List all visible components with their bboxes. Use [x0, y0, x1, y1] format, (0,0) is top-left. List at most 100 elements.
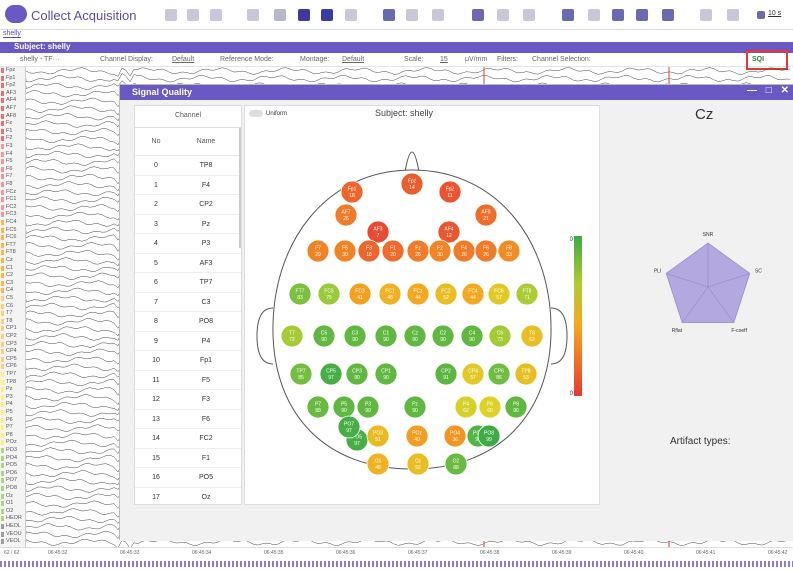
- channel-label[interactable]: AF8: [0, 113, 26, 120]
- time-scale[interactable]: 10 s: [768, 10, 781, 17]
- channel-label[interactable]: F8: [0, 181, 26, 188]
- channel-label[interactable]: F7: [0, 173, 26, 180]
- channel-label[interactable]: TP7: [0, 371, 26, 378]
- table-row[interactable]: 16 PO5: [135, 468, 241, 488]
- table-row[interactable]: 10 Fp1: [135, 351, 241, 371]
- table-row[interactable]: 7 C3: [135, 293, 241, 312]
- table-row[interactable]: 5 AF3: [135, 254, 241, 273]
- electrode-cp1[interactable]: CP190: [374, 362, 398, 386]
- channel-label[interactable]: AF7: [0, 105, 26, 112]
- electrode-fc5[interactable]: FC575: [317, 282, 341, 306]
- electrode-cp5[interactable]: CP597: [319, 362, 343, 386]
- channel-label[interactable]: VEOU: [0, 531, 26, 538]
- channel-label[interactable]: O1: [0, 500, 26, 507]
- electrode-c3[interactable]: C390: [343, 324, 367, 348]
- channel-label[interactable]: CP4: [0, 348, 26, 355]
- electrode-t7[interactable]: T772: [280, 324, 304, 348]
- tab-shelly[interactable]: shelly: [3, 30, 21, 38]
- electrode-p6[interactable]: P660: [478, 395, 502, 419]
- channel-label[interactable]: HEOR: [0, 515, 26, 522]
- table-row[interactable]: 0 TP8: [135, 156, 241, 176]
- channel-label[interactable]: CP3: [0, 341, 26, 348]
- play-icon[interactable]: [274, 9, 286, 21]
- electrode-c4[interactable]: C490: [460, 324, 484, 348]
- electrode-t8[interactable]: T852: [520, 324, 544, 348]
- electrode-tp8[interactable]: TP853: [514, 362, 538, 386]
- channel-label[interactable]: CP5: [0, 356, 26, 363]
- channel-label[interactable]: F4: [0, 151, 26, 158]
- electrode-fpz[interactable]: Fpz14: [400, 172, 424, 196]
- monitor-icon[interactable]: [247, 9, 259, 21]
- table-scrollbar[interactable]: [239, 128, 241, 248]
- channel-label[interactable]: Oz: [0, 493, 26, 500]
- electrode-fp2[interactable]: Fp211: [438, 180, 462, 204]
- channel-label[interactable]: Fpz: [0, 67, 26, 74]
- channel-label[interactable]: C5: [0, 295, 26, 302]
- channel-label[interactable]: VEOL: [0, 538, 26, 545]
- electrode-f3[interactable]: F318: [357, 239, 381, 263]
- channel-label[interactable]: PO7: [0, 477, 26, 484]
- electrode-af8[interactable]: AF821: [474, 203, 498, 227]
- channel-label[interactable]: C3: [0, 280, 26, 287]
- table-row[interactable]: 14 FC2: [135, 429, 241, 449]
- channel-label[interactable]: FC1: [0, 196, 26, 203]
- channel-label[interactable]: FC4: [0, 219, 26, 226]
- electrode-cp3[interactable]: CP390: [345, 362, 369, 386]
- session-label[interactable]: shelly - TF···: [20, 56, 60, 63]
- channel-label[interactable]: FCz: [0, 189, 26, 196]
- person-icon[interactable]: [210, 9, 222, 21]
- channel-label[interactable]: P3: [0, 394, 26, 401]
- electrode-c6[interactable]: C673: [488, 324, 512, 348]
- table-row[interactable]: 15 F1: [135, 449, 241, 468]
- pause-icon[interactable]: [298, 9, 310, 21]
- electrode-p4[interactable]: P462: [454, 395, 478, 419]
- table-row[interactable]: 8 PO8: [135, 312, 241, 332]
- electrode-cp2[interactable]: CP291: [434, 362, 458, 386]
- table-row[interactable]: 4 P3: [135, 234, 241, 254]
- channel-label[interactable]: TP8: [0, 379, 26, 386]
- channel-label[interactable]: P6: [0, 417, 26, 424]
- channel-label[interactable]: PO3: [0, 447, 26, 454]
- channel-label[interactable]: F6: [0, 166, 26, 173]
- electrode-po7[interactable]: PO797: [337, 415, 361, 439]
- electrode-oz[interactable]: Oz52: [406, 452, 430, 476]
- electrode-pz[interactable]: Pz90: [403, 395, 427, 419]
- marker-icon[interactable]: [383, 9, 395, 21]
- electrode-f1[interactable]: F120: [381, 239, 405, 263]
- electrode-f5[interactable]: F530: [333, 239, 357, 263]
- electrode-o2[interactable]: O288: [444, 452, 468, 476]
- stop-icon[interactable]: [345, 9, 357, 21]
- electrode-fc4[interactable]: FC444: [461, 282, 485, 306]
- channel-label[interactable]: Fz: [0, 120, 26, 127]
- channel-label[interactable]: FC3: [0, 211, 26, 218]
- channel-label[interactable]: FT7: [0, 242, 26, 249]
- electrode-fz[interactable]: Fz26: [406, 239, 430, 263]
- channel-label[interactable]: PO6: [0, 470, 26, 477]
- channel-label[interactable]: F2: [0, 135, 26, 142]
- chat-icon[interactable]: [497, 9, 509, 21]
- electrode-cz[interactable]: Cz90: [403, 324, 427, 348]
- channel-label[interactable]: CP6: [0, 363, 26, 370]
- channel-label[interactable]: P5: [0, 409, 26, 416]
- channel-label[interactable]: AF3: [0, 90, 26, 97]
- channel-label[interactable]: FC6: [0, 234, 26, 241]
- electrode-po3[interactable]: PO351: [366, 424, 390, 448]
- uniform-toggle[interactable]: Uniform: [249, 110, 287, 117]
- electrode-ft7[interactable]: FT783: [288, 282, 312, 306]
- electrode-fc6[interactable]: FC657: [487, 282, 511, 306]
- electrode-f8[interactable]: F833: [497, 239, 521, 263]
- channel-label[interactable]: POz: [0, 439, 26, 446]
- electrode-cp4[interactable]: CP457: [461, 362, 485, 386]
- channel-label[interactable]: C1: [0, 265, 26, 272]
- electrode-po8[interactable]: PO899: [477, 424, 501, 448]
- channel-label[interactable]: FT8: [0, 249, 26, 256]
- channel-label[interactable]: P8: [0, 432, 26, 439]
- filter-icon[interactable]: [165, 9, 177, 21]
- electrode-f4[interactable]: F426: [452, 239, 476, 263]
- channel-label[interactable]: CP2: [0, 333, 26, 340]
- square-icon[interactable]: [727, 9, 739, 21]
- channel-label[interactable]: PO8: [0, 485, 26, 492]
- electrode-c1[interactable]: C190: [374, 324, 398, 348]
- channel-label[interactable]: PO4: [0, 455, 26, 462]
- channel-label[interactable]: PO5: [0, 462, 26, 469]
